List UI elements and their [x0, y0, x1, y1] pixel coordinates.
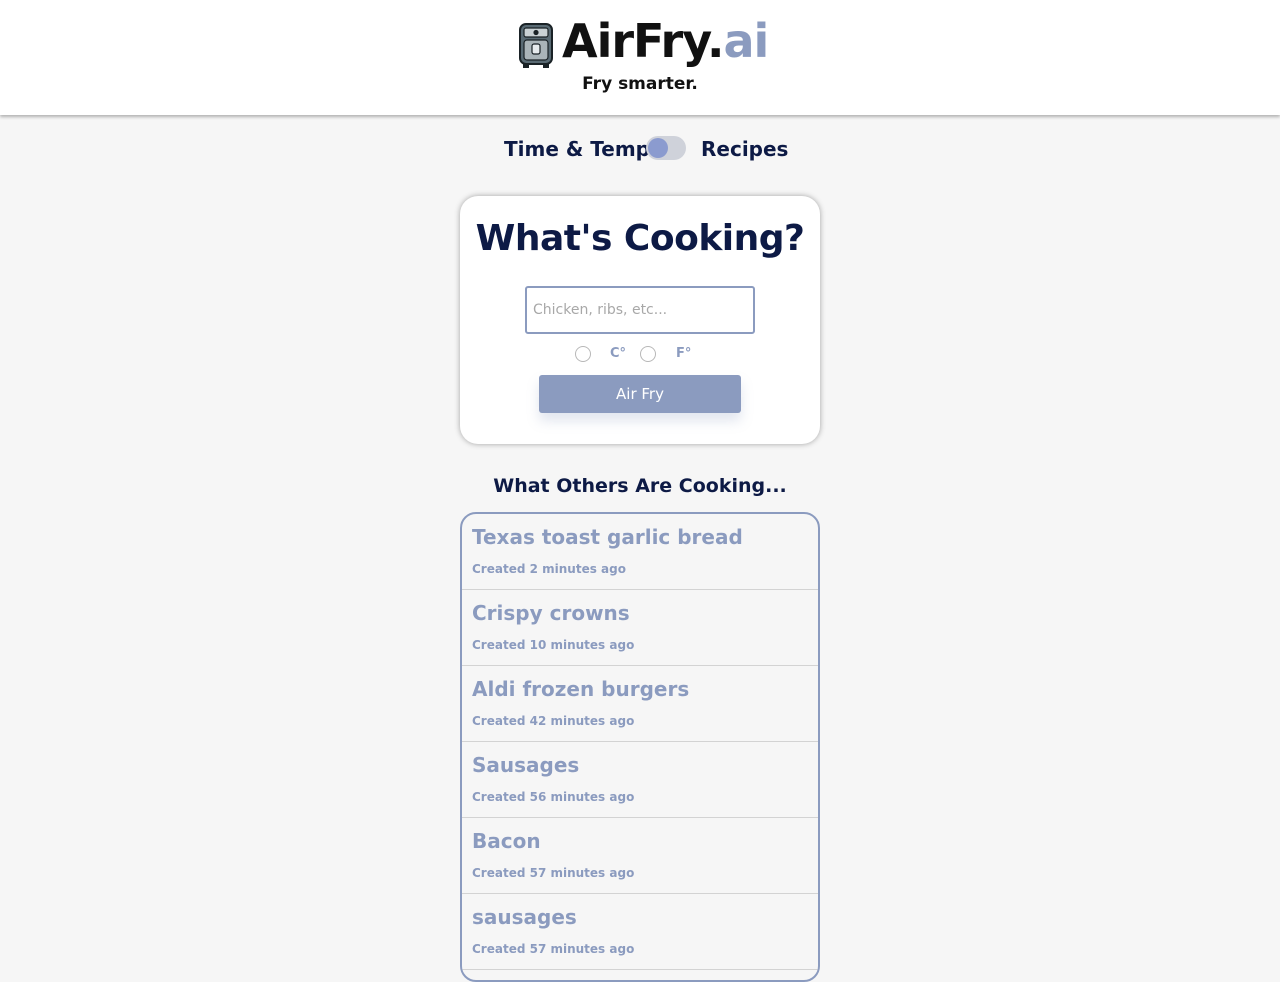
- recipe-name: sausages: [472, 905, 577, 929]
- air-fryer-icon: [519, 23, 553, 68]
- brand-main: AirFry.: [562, 14, 724, 68]
- recipe-created: Created 42 minutes ago: [472, 714, 635, 728]
- list-item[interactable]: Bacon Created 57 minutes ago: [462, 818, 818, 894]
- toggle-knob: [648, 138, 668, 158]
- recipe-created: Created 10 minutes ago: [472, 638, 635, 652]
- recipe-created: Created 57 minutes ago: [472, 942, 635, 956]
- brand-name: AirFry.ai: [562, 14, 769, 68]
- food-search-input[interactable]: [525, 286, 755, 334]
- air-fry-button[interactable]: Air Fry: [539, 375, 741, 413]
- fahrenheit-radio[interactable]: [640, 346, 656, 362]
- list-item[interactable]: Texas toast garlic bread Created 2 minut…: [462, 514, 818, 590]
- list-item[interactable]: Crispy crowns Created 10 minutes ago: [462, 590, 818, 666]
- mode-toggle-switch[interactable]: [646, 136, 686, 160]
- recipe-created: Created 57 minutes ago: [472, 866, 635, 880]
- recipe-name: Sausages: [472, 753, 580, 777]
- recipe-created: Created 2 minutes ago: [472, 562, 626, 576]
- recipe-name: Aldi frozen burgers: [472, 677, 690, 701]
- recent-section-title: What Others Are Cooking...: [493, 475, 787, 497]
- celsius-label[interactable]: C°: [610, 346, 626, 361]
- celsius-radio[interactable]: [575, 346, 591, 362]
- site-header: AirFry.ai Fry smarter.: [0, 0, 1280, 115]
- recent-recipes-list[interactable]: Texas toast garlic bread Created 2 minut…: [460, 512, 820, 982]
- list-item[interactable]: Aldi frozen burgers Created 42 minutes a…: [462, 666, 818, 742]
- recipes-label[interactable]: Recipes: [701, 137, 788, 161]
- unit-selector: C° F°: [460, 344, 820, 364]
- card-title: What's Cooking?: [475, 218, 805, 259]
- recipe-name: Bacon: [472, 829, 541, 853]
- time-temp-label[interactable]: Time & Temp: [504, 137, 650, 161]
- brand-suffix: ai: [723, 14, 769, 68]
- tagline: Fry smarter.: [582, 74, 698, 94]
- recipe-created: Created 56 minutes ago: [472, 790, 635, 804]
- list-item[interactable]: Sausages Created 56 minutes ago: [462, 742, 818, 818]
- list-item[interactable]: sausages Created 57 minutes ago: [462, 894, 818, 970]
- search-card: What's Cooking? C° F° Air Fry: [460, 196, 820, 444]
- recipe-name: Crispy crowns: [472, 601, 630, 625]
- recipe-name: Texas toast garlic bread: [472, 525, 743, 549]
- fahrenheit-label[interactable]: F°: [676, 346, 691, 361]
- mode-toggle-row: Time & Temp Recipes: [0, 134, 1280, 164]
